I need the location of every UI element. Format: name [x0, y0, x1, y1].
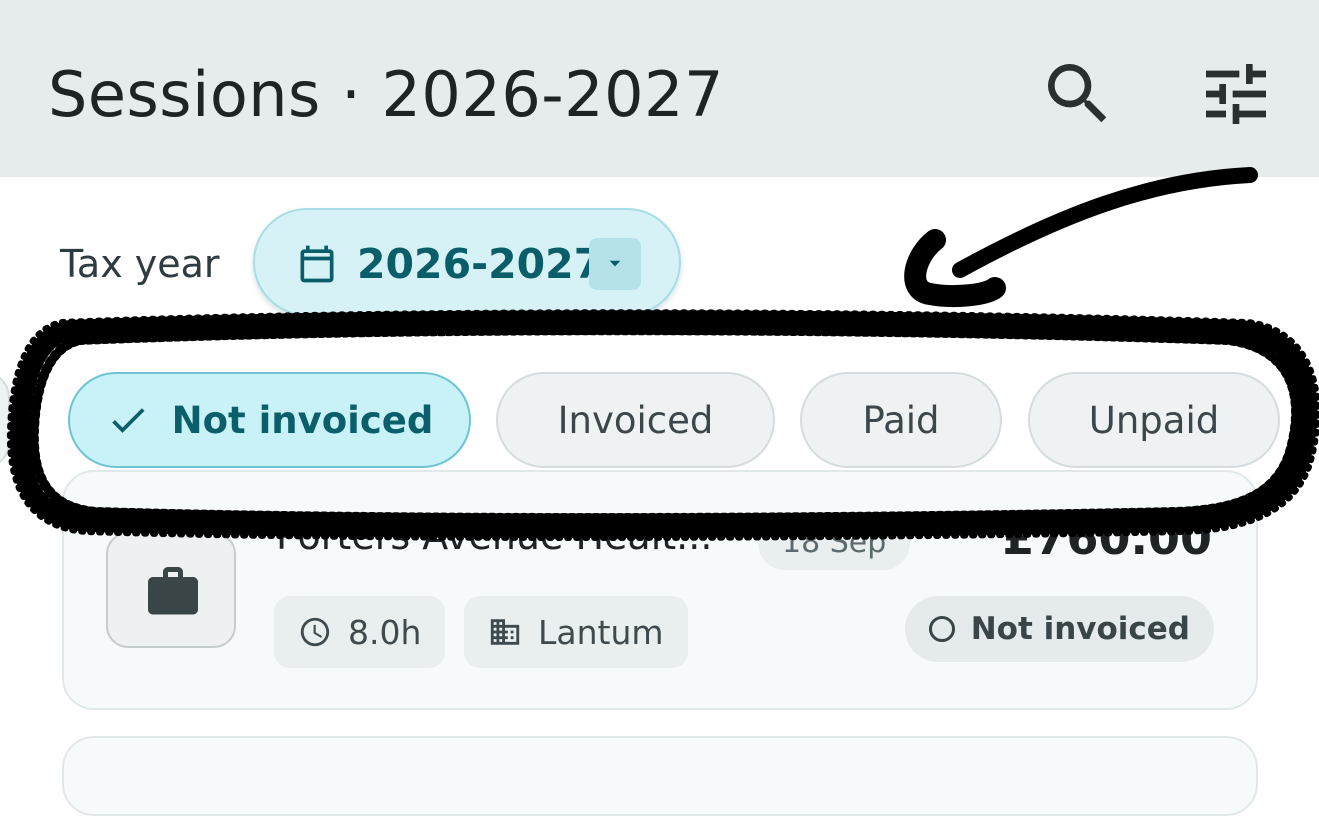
session-amount: £760.00: [1002, 511, 1212, 565]
briefcase-icon: [148, 567, 198, 615]
session-date: 18 Sep: [758, 516, 911, 570]
session-avatar: [106, 532, 236, 648]
agency-chip: Lantum: [464, 596, 688, 668]
tax-year-label: Tax year: [60, 242, 220, 286]
clock-icon: [300, 617, 330, 647]
agency-name: Lantum: [538, 612, 664, 652]
app-bar: Sessions · 2026-2027: [0, 0, 1319, 177]
arrow-annotation: [904, 167, 1258, 307]
tax-year-selector[interactable]: 2026-2027: [253, 208, 681, 316]
filter-chip-label: Unpaid: [1088, 398, 1220, 442]
filter-chip-unpaid[interactable]: Unpaid: [1028, 372, 1280, 468]
filter-chip-label: Not invoiced: [171, 398, 434, 442]
check-icon: [111, 408, 145, 433]
scroll-edge-chip: [0, 372, 10, 468]
filter-chip-paid[interactable]: Paid: [800, 372, 1002, 468]
arrow-drop-down-icon: [609, 260, 621, 267]
page-title: Sessions · 2026-2027: [48, 58, 724, 131]
session-card[interactable]: Porters Avenue Healt... 18 Sep £760.00 8…: [62, 470, 1258, 710]
hours-value: 8.0h: [348, 612, 422, 652]
status-circle-icon: [928, 616, 955, 642]
calendar-icon: [300, 245, 334, 283]
tune-icon: [1206, 64, 1266, 124]
status-text: Not invoiced: [970, 611, 1190, 647]
tax-year-value: 2026-2027: [357, 240, 603, 288]
hours-chip: 8.0h: [274, 596, 446, 668]
dropdown-button[interactable]: [589, 238, 641, 290]
status-badge: Not invoiced: [904, 596, 1214, 662]
filter-settings-button[interactable]: [1196, 54, 1276, 134]
filter-chip-not-invoiced[interactable]: Not invoiced: [68, 372, 471, 468]
building-icon: [490, 619, 520, 645]
search-icon: [1048, 64, 1107, 123]
session-card[interactable]: [62, 736, 1258, 816]
search-button[interactable]: [1038, 54, 1118, 134]
filter-chip-label: Invoiced: [557, 398, 714, 442]
session-title: Porters Avenue Healt...: [276, 514, 713, 558]
filter-chip-label: Paid: [862, 398, 940, 442]
filter-chip-invoiced[interactable]: Invoiced: [496, 372, 775, 468]
